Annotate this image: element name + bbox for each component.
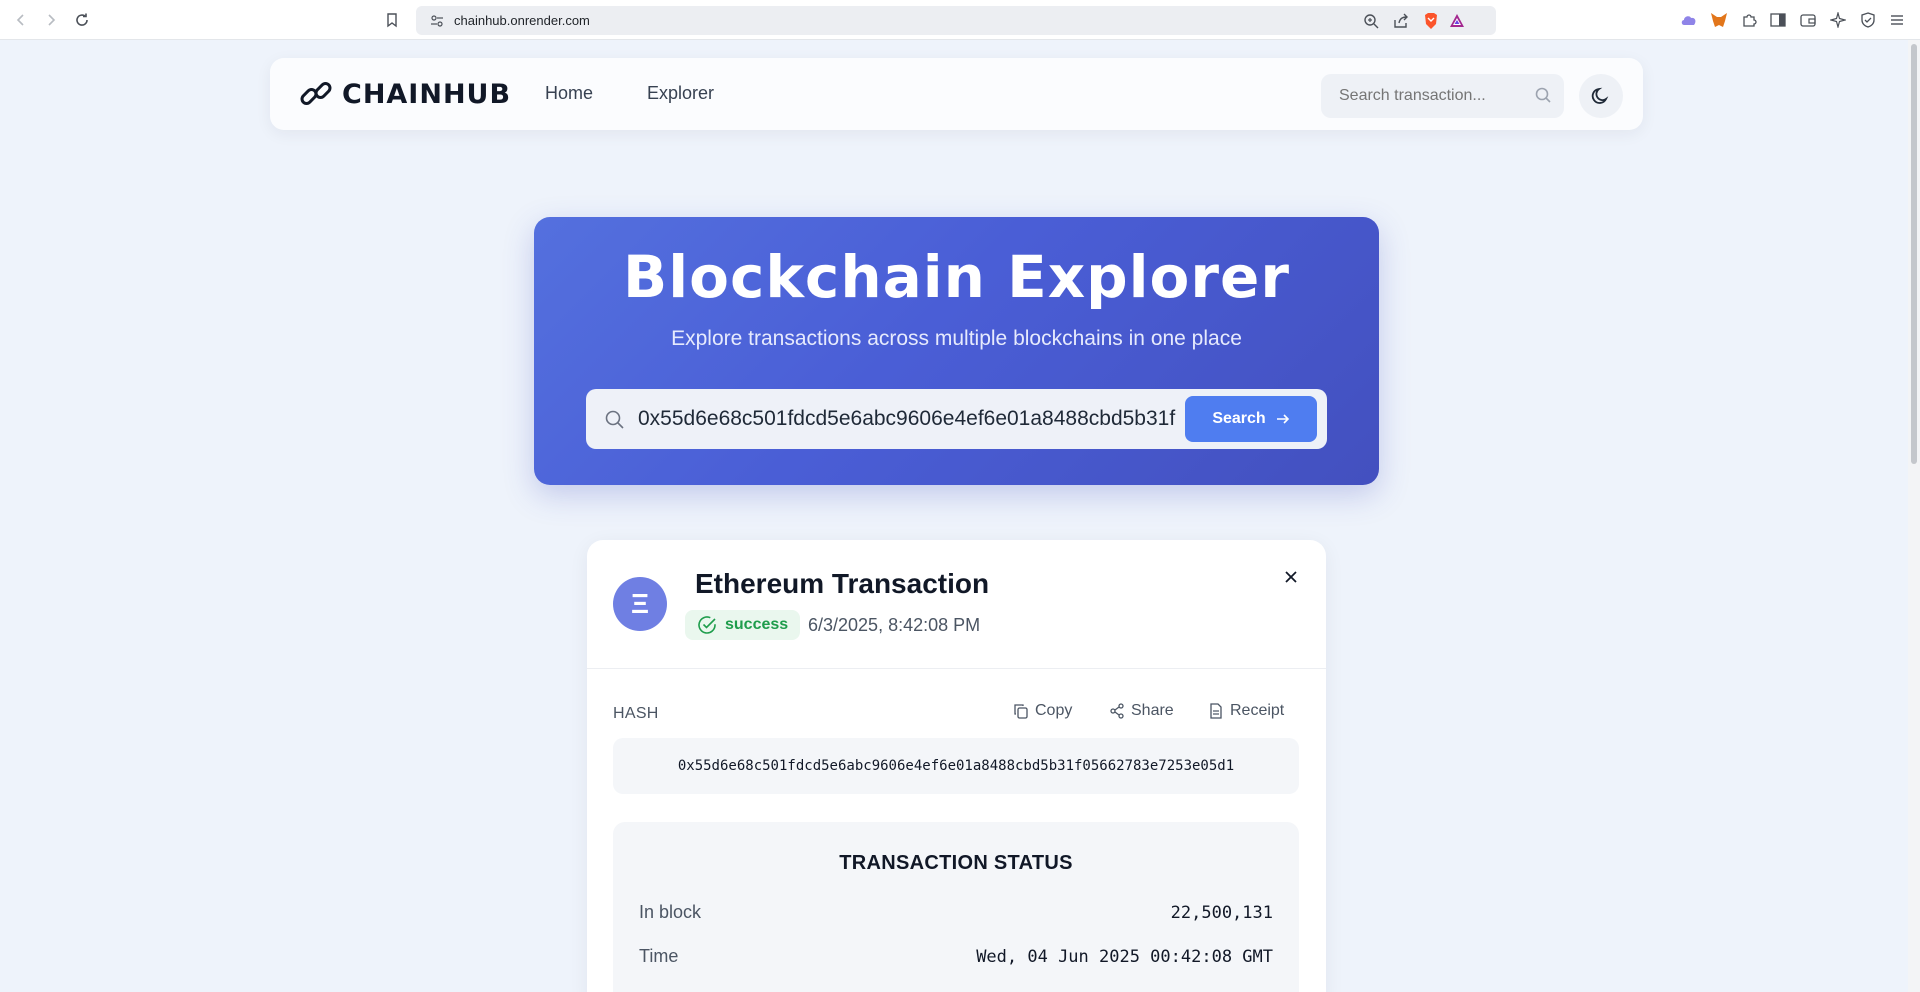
- search-button-label: Search: [1212, 410, 1266, 427]
- copy-button[interactable]: Copy: [1013, 702, 1072, 720]
- status-text: success: [725, 616, 789, 633]
- brave-rewards-icon[interactable]: [1448, 12, 1466, 30]
- share-icon: [1110, 703, 1124, 719]
- extensions-puzzle-icon[interactable]: [1739, 10, 1759, 30]
- check-circle-icon: [698, 616, 716, 634]
- transaction-card: Ξ Ethereum Transaction success 6/3/2025,…: [587, 540, 1326, 992]
- block-value: 22,500,131: [1170, 903, 1273, 923]
- copy-icon: [1014, 704, 1028, 719]
- close-icon: [1285, 571, 1297, 583]
- brave-shield-icon[interactable]: [1422, 12, 1440, 30]
- hero-search-bar[interactable]: Search: [586, 389, 1327, 449]
- block-label: In block: [639, 902, 702, 922]
- search-icon: [604, 409, 624, 434]
- copy-label: Copy: [1035, 702, 1073, 719]
- nav-link-home[interactable]: Home: [545, 83, 593, 104]
- moon-icon: [1591, 87, 1609, 104]
- nav-link-explorer[interactable]: Explorer: [647, 83, 714, 104]
- share-label: Share: [1131, 702, 1174, 719]
- status-section-title: TRANSACTION STATUS: [839, 852, 1073, 874]
- transaction-hash: 0x55d6e68c501fdcd5e6abc9606e4ef6e01a8488…: [613, 738, 1299, 794]
- status-badge: success: [685, 610, 801, 640]
- transaction-status-section: TRANSACTION STATUS In block 22,500,131 T…: [613, 822, 1299, 992]
- hero-title: Blockchain Explorer: [623, 243, 1290, 311]
- reload-icon[interactable]: [71, 9, 93, 31]
- bookmark-icon[interactable]: [381, 9, 403, 31]
- hash-label: HASH: [613, 705, 659, 722]
- chain-link-icon: [300, 82, 332, 105]
- site-logo[interactable]: CHAINHUB: [298, 76, 511, 112]
- ethereum-icon: Ξ: [613, 577, 667, 631]
- receipt-label: Receipt: [1230, 702, 1285, 719]
- scrollbar-thumb[interactable]: [1911, 44, 1917, 464]
- url-text: chainhub.onrender.com: [454, 13, 590, 28]
- transaction-title: Ethereum Transaction: [695, 568, 990, 599]
- leo-ai-icon[interactable]: [1828, 10, 1848, 30]
- hero-subtitle: Explore transactions across multiple blo…: [671, 327, 1242, 350]
- share-button[interactable]: Share: [1109, 702, 1174, 720]
- sidebar-icon[interactable]: [1768, 10, 1788, 30]
- wallet-icon[interactable]: [1798, 10, 1818, 30]
- search-button[interactable]: Search: [1185, 396, 1317, 442]
- close-button[interactable]: [1280, 566, 1302, 588]
- back-icon[interactable]: [10, 9, 32, 31]
- share-page-icon[interactable]: [1392, 12, 1410, 30]
- vpn-shield-icon[interactable]: [1858, 10, 1878, 30]
- card-divider: [587, 668, 1326, 669]
- menu-icon[interactable]: [1887, 10, 1907, 30]
- extension-cloud-icon[interactable]: [1679, 10, 1699, 30]
- hero-banner: Blockchain Explorer Explore transactions…: [534, 217, 1379, 485]
- arrow-right-icon: [1276, 414, 1289, 424]
- search-icon[interactable]: [1534, 86, 1552, 109]
- time-label: Time: [639, 946, 679, 966]
- nav-search-input[interactable]: [1339, 87, 1519, 105]
- site-navbar: CHAINHUB Home Explorer: [270, 58, 1643, 130]
- transaction-timestamp: 6/3/2025, 8:42:08 PM: [808, 615, 981, 635]
- metamask-icon[interactable]: [1709, 10, 1729, 30]
- transaction-search-input[interactable]: [638, 405, 1178, 433]
- zoom-icon[interactable]: [1362, 12, 1380, 30]
- receipt-button[interactable]: Receipt: [1208, 702, 1284, 720]
- site-settings-icon[interactable]: [428, 12, 446, 30]
- page-scrollbar[interactable]: [1908, 40, 1920, 992]
- time-value: Wed, 04 Jun 2025 00:42:08 GMT: [976, 947, 1273, 967]
- address-bar[interactable]: chainhub.onrender.com: [416, 6, 1496, 35]
- receipt-icon: [1210, 703, 1222, 719]
- nav-search-box[interactable]: [1321, 74, 1564, 118]
- theme-toggle-button[interactable]: [1579, 74, 1623, 118]
- browser-toolbar: chainhub.onrender.com: [0, 0, 1920, 40]
- forward-icon[interactable]: [40, 9, 62, 31]
- logo-text: CHAINHUB: [342, 78, 512, 110]
